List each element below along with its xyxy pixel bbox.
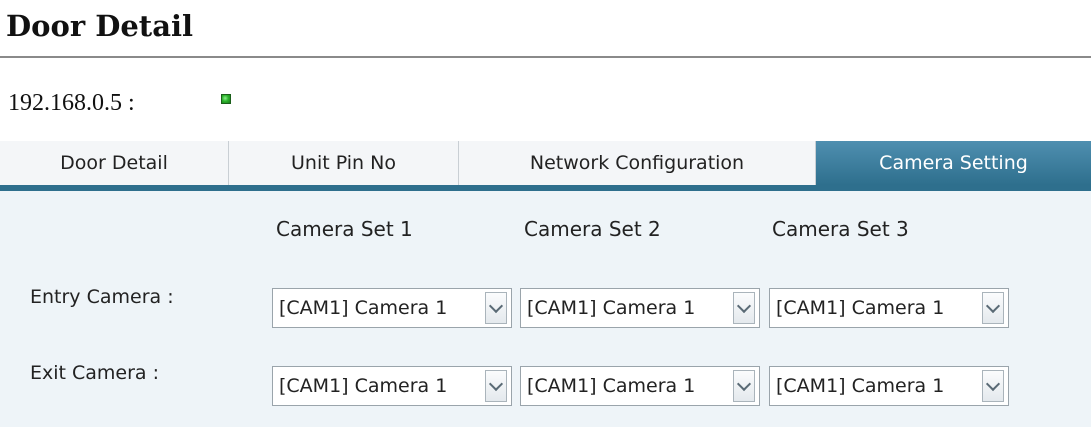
chevron-down-icon bbox=[985, 298, 1001, 314]
select-value: [CAM1] Camera 1 bbox=[279, 375, 448, 397]
exit-camera-set-1-select[interactable]: [CAM1] Camera 1 bbox=[272, 366, 512, 406]
entry-camera-set-3-select[interactable]: [CAM1] Camera 1 bbox=[769, 288, 1009, 328]
select-value: [CAM1] Camera 1 bbox=[527, 375, 696, 397]
dropdown-button[interactable] bbox=[982, 292, 1004, 324]
tab-camera-setting[interactable]: Camera Setting bbox=[816, 141, 1091, 185]
chevron-down-icon bbox=[985, 376, 1001, 392]
chevron-down-icon bbox=[736, 376, 752, 392]
tab-bar: Door Detail Unit Pin No Network Configur… bbox=[0, 141, 1091, 191]
dropdown-button[interactable] bbox=[733, 370, 755, 402]
camera-set-3-header: Camera Set 3 bbox=[772, 217, 909, 241]
select-value: [CAM1] Camera 1 bbox=[527, 297, 696, 319]
exit-camera-label: Exit Camera : bbox=[30, 362, 160, 384]
exit-camera-set-3-select[interactable]: [CAM1] Camera 1 bbox=[769, 366, 1009, 406]
exit-camera-set-2-select[interactable]: [CAM1] Camera 1 bbox=[520, 366, 760, 406]
entry-camera-label: Entry Camera : bbox=[30, 286, 174, 308]
page-title: Door Detail bbox=[6, 9, 194, 43]
chevron-down-icon bbox=[736, 298, 752, 314]
camera-set-1-header: Camera Set 1 bbox=[276, 217, 413, 241]
tab-door-detail[interactable]: Door Detail bbox=[0, 141, 229, 185]
page: Door Detail 192.168.0.5 : Door Detail Un… bbox=[0, 0, 1091, 427]
title-divider bbox=[0, 56, 1091, 58]
entry-camera-set-2-select[interactable]: [CAM1] Camera 1 bbox=[520, 288, 760, 328]
entry-camera-set-1-select[interactable]: [CAM1] Camera 1 bbox=[272, 288, 512, 328]
dropdown-button[interactable] bbox=[485, 292, 507, 324]
dropdown-button[interactable] bbox=[733, 292, 755, 324]
dropdown-button[interactable] bbox=[485, 370, 507, 402]
camera-set-2-header: Camera Set 2 bbox=[524, 217, 661, 241]
select-value: [CAM1] Camera 1 bbox=[776, 297, 945, 319]
status-led-icon bbox=[221, 94, 231, 104]
tab-unit-pin-no[interactable]: Unit Pin No bbox=[229, 141, 459, 185]
select-value: [CAM1] Camera 1 bbox=[776, 375, 945, 397]
chevron-down-icon bbox=[488, 376, 504, 392]
device-ip-label: 192.168.0.5 : bbox=[8, 90, 135, 116]
chevron-down-icon bbox=[488, 298, 504, 314]
select-value: [CAM1] Camera 1 bbox=[279, 297, 448, 319]
dropdown-button[interactable] bbox=[982, 370, 1004, 402]
tab-network-configuration[interactable]: Network Configuration bbox=[459, 141, 816, 185]
